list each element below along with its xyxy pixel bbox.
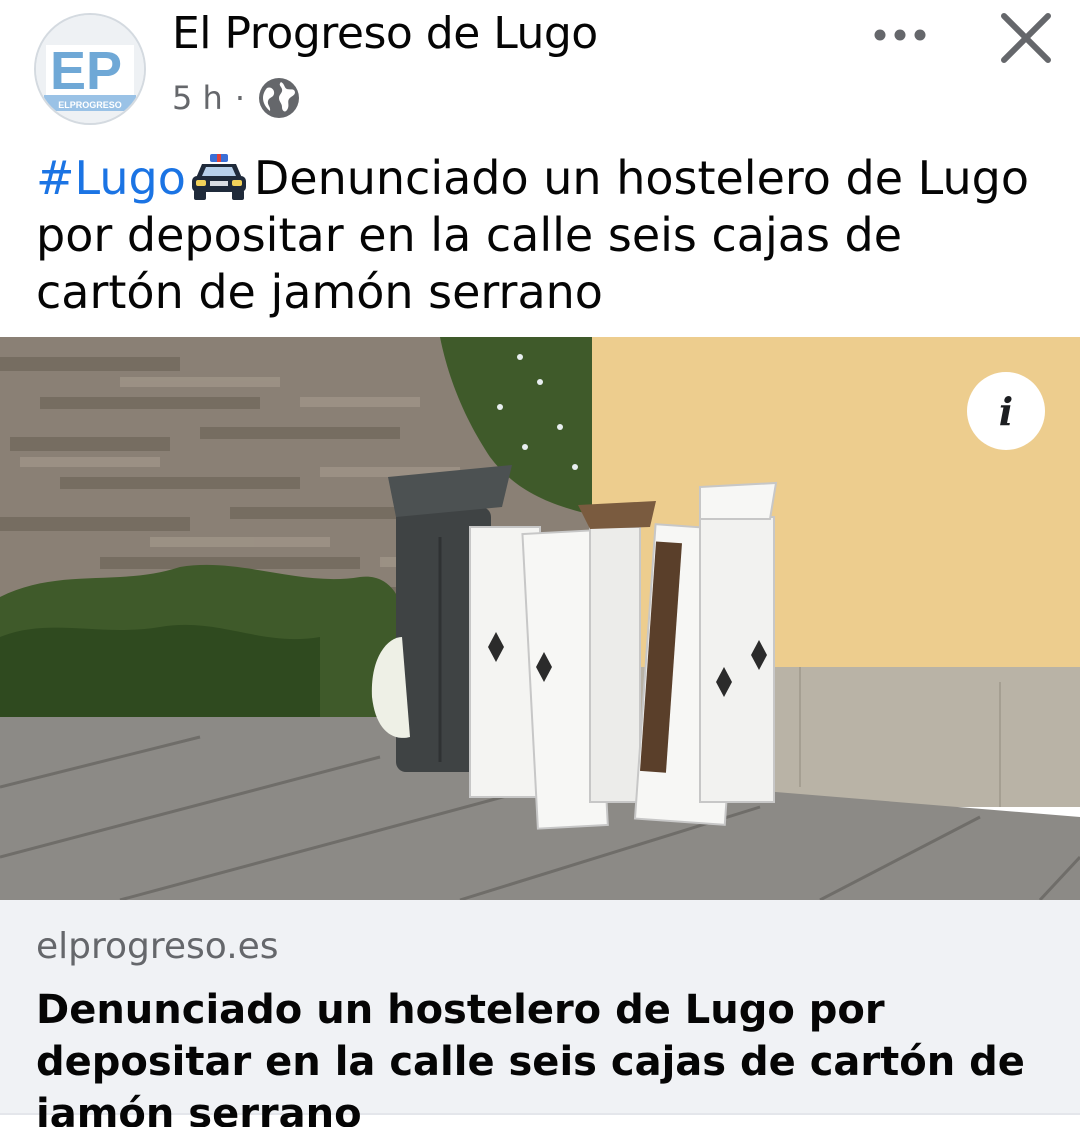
ep-logo-icon: EP ELPROGRESO [36,15,144,123]
post-time[interactable]: 5 h [172,79,223,117]
close-icon [1001,13,1051,63]
link-headline: Denunciado un hostelero de Lugo por depo… [36,987,1025,1127]
more-horizontal-icon [874,29,926,41]
post-caption: #Lugo Denunciado un hostelero de Lugo po… [36,150,1046,321]
facebook-post: EP ELPROGRESO El Progreso de Lugo 5 h · [0,0,1080,1127]
close-button[interactable] [996,8,1056,68]
post-image[interactable] [0,337,1080,900]
meta-separator: · [234,79,245,117]
page-avatar[interactable]: EP ELPROGRESO [34,13,146,125]
link-domain: elprogreso.es [36,926,279,967]
police-car-icon [190,154,248,200]
post-meta: 5 h · [172,76,301,120]
link-preview[interactable]: elprogreso.es Denunciado un hostelero de… [0,900,1080,1127]
globe-icon [257,76,301,120]
street-photo [0,337,1080,900]
image-info-button[interactable]: i [967,372,1045,450]
page-name[interactable]: El Progreso de Lugo [172,8,598,59]
info-icon: i [998,388,1014,434]
more-options-button[interactable] [866,10,934,60]
hashtag-link[interactable]: #Lugo [36,151,186,205]
svg-text:EP: EP [50,41,122,101]
svg-text:ELPROGRESO: ELPROGRESO [58,100,122,110]
